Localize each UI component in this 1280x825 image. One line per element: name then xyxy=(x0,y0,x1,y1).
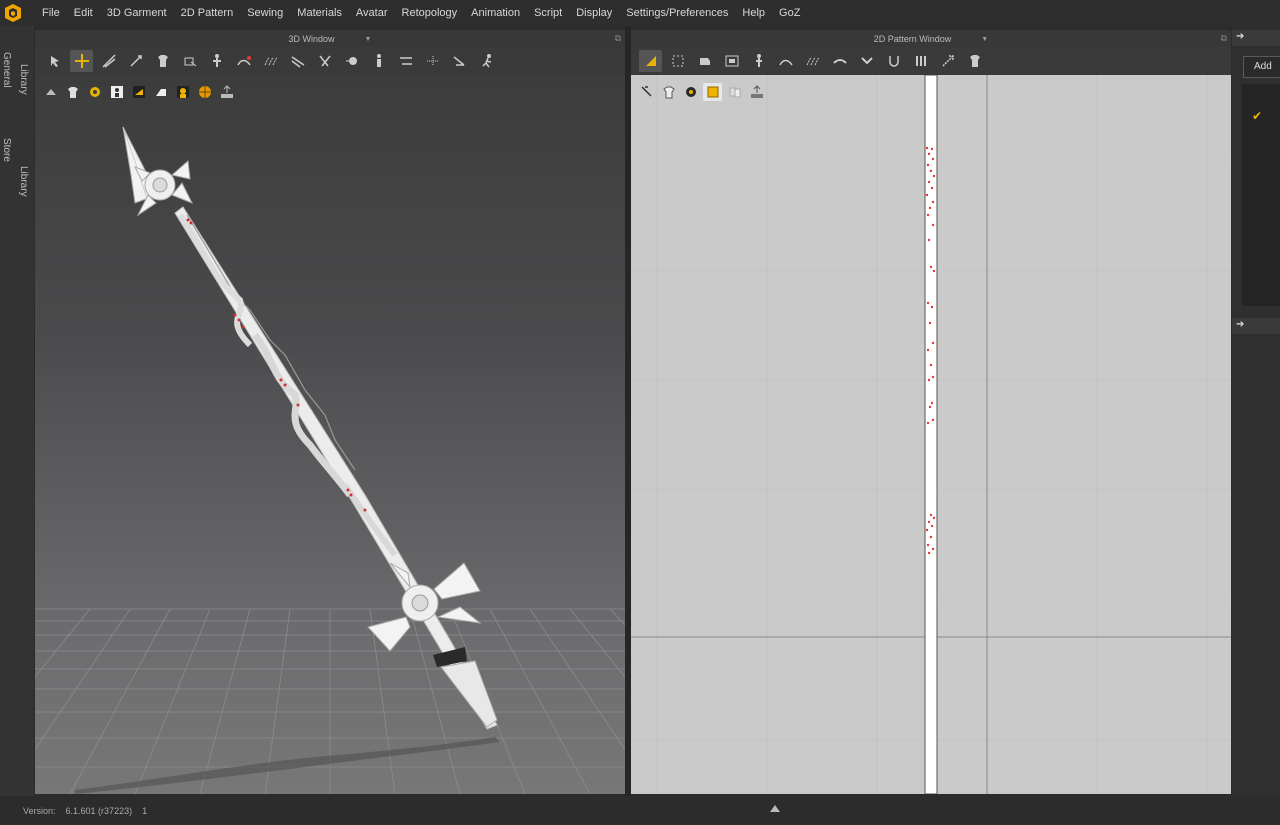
add-button[interactable]: Add xyxy=(1243,56,1280,78)
zipper-icon[interactable] xyxy=(421,50,444,72)
floor-grid xyxy=(35,608,625,794)
menu-file[interactable]: File xyxy=(32,0,67,26)
edit-sewing-icon[interactable] xyxy=(828,50,851,72)
app-logo-icon[interactable] xyxy=(2,2,24,24)
fold-arrange-icon[interactable] xyxy=(882,50,905,72)
segment-sewing-icon[interactable] xyxy=(801,50,824,72)
menu-retopology[interactable]: Retopology xyxy=(395,0,465,26)
window-3d-title: 3D Window xyxy=(288,34,335,44)
grid-sewing-icon[interactable] xyxy=(259,50,282,72)
menu-help[interactable]: Help xyxy=(735,0,772,26)
layer-icon[interactable] xyxy=(725,83,744,101)
texture-2d-icon[interactable] xyxy=(681,83,700,101)
select-point-icon[interactable] xyxy=(178,50,201,72)
avatar-measure-icon[interactable] xyxy=(367,50,390,72)
chevron-down-icon[interactable]: ▼ xyxy=(365,36,372,43)
garment-2d-icon[interactable] xyxy=(659,83,678,101)
version-label: Version: xyxy=(23,805,56,816)
tab-library-general[interactable]: Library xyxy=(18,64,29,95)
cut-icon[interactable] xyxy=(313,50,336,72)
menu-script[interactable]: Script xyxy=(527,0,569,26)
transform-move-icon[interactable] xyxy=(70,50,93,72)
pattern-canvas xyxy=(631,75,1231,794)
pattern-piece xyxy=(924,75,938,794)
status-extra: 1 xyxy=(142,805,148,816)
dart-icon[interactable] xyxy=(774,50,797,72)
pleat-icon[interactable] xyxy=(909,50,932,72)
right-panel-subheader: ➔ xyxy=(1232,318,1280,334)
menu-sewing[interactable]: Sewing xyxy=(240,0,290,26)
menu-3d-garment[interactable]: 3D Garment xyxy=(100,0,174,26)
topstitch-icon[interactable] xyxy=(394,50,417,72)
status-bar: Version: 6.1.601 (r37223) 1 xyxy=(0,796,1280,825)
expand-up-icon[interactable] xyxy=(770,805,780,812)
pin-icon[interactable] xyxy=(124,50,147,72)
button-icon[interactable] xyxy=(340,50,363,72)
avatar-pose-icon[interactable] xyxy=(475,50,498,72)
trace-icon[interactable] xyxy=(936,50,959,72)
fold-icon[interactable] xyxy=(97,50,120,72)
toolbar-3d xyxy=(35,47,625,75)
menu-goz[interactable]: GoZ xyxy=(772,0,807,26)
transform-pattern-icon[interactable] xyxy=(639,50,662,72)
garment-icon[interactable] xyxy=(151,50,174,72)
select-mesh-icon[interactable] xyxy=(43,50,66,72)
line-sewing-icon[interactable] xyxy=(286,50,309,72)
tab-library-store[interactable]: Library xyxy=(18,166,29,197)
scene-3d xyxy=(35,126,625,794)
polygon-icon[interactable] xyxy=(693,50,716,72)
menu-avatar[interactable]: Avatar xyxy=(349,0,395,26)
window-2d-header: 2D Pattern Window ▼ ⧉ xyxy=(631,30,1231,48)
checkmark-icon[interactable]: ✔ xyxy=(1252,109,1262,123)
tab-store[interactable]: Store xyxy=(1,138,12,162)
menu-bar: File Edit 3D Garment 2D Pattern Sewing M… xyxy=(0,0,1280,26)
rectangle-icon[interactable] xyxy=(720,50,743,72)
arrow-right-icon[interactable]: ➔ xyxy=(1236,31,1244,42)
toolbar-2d xyxy=(631,47,1231,75)
menu-settings[interactable]: Settings/Preferences xyxy=(619,0,735,26)
menu-display[interactable]: Display xyxy=(569,0,619,26)
window-2d-title: 2D Pattern Window xyxy=(873,34,952,44)
menu-edit[interactable]: Edit xyxy=(67,0,100,26)
window-3d-header: 3D Window ▼ ⧉ xyxy=(35,30,625,48)
right-panel: ➔ Add ✔ ➔ xyxy=(1232,26,1280,796)
garment-fit-icon[interactable] xyxy=(963,50,986,72)
popout-icon[interactable]: ⧉ xyxy=(615,33,621,44)
pattern-display-icon[interactable] xyxy=(637,83,656,101)
chevron-down-icon[interactable]: ▼ xyxy=(981,36,988,43)
menu-animation[interactable]: Animation xyxy=(464,0,527,26)
left-sidebar: Library General Store Library xyxy=(0,26,34,796)
arrow-right-icon[interactable]: ➔ xyxy=(1236,319,1244,330)
menu-materials[interactable]: Materials xyxy=(290,0,349,26)
version-value: 6.1.601 (r37223) xyxy=(65,805,133,816)
tab-general[interactable]: General xyxy=(1,52,12,88)
trim-icon[interactable] xyxy=(448,50,471,72)
seam-tape-icon[interactable] xyxy=(232,50,255,72)
body-arrange-icon[interactable] xyxy=(205,50,228,72)
edit-pattern-icon[interactable] xyxy=(666,50,689,72)
spear-model xyxy=(122,126,498,730)
display-toolbar-2d xyxy=(637,83,766,101)
internal-line-icon[interactable] xyxy=(747,50,770,72)
export-2d-icon[interactable] xyxy=(747,83,766,101)
viewport-2d[interactable] xyxy=(631,75,1231,794)
viewport-3d[interactable] xyxy=(35,75,625,794)
popout-icon[interactable]: ⧉ xyxy=(1221,33,1227,44)
right-panel-header: ➔ xyxy=(1232,30,1280,46)
free-sewing-icon[interactable] xyxy=(855,50,878,72)
menu-2d-pattern[interactable]: 2D Pattern xyxy=(174,0,241,26)
sticky-note-icon[interactable] xyxy=(703,83,722,101)
